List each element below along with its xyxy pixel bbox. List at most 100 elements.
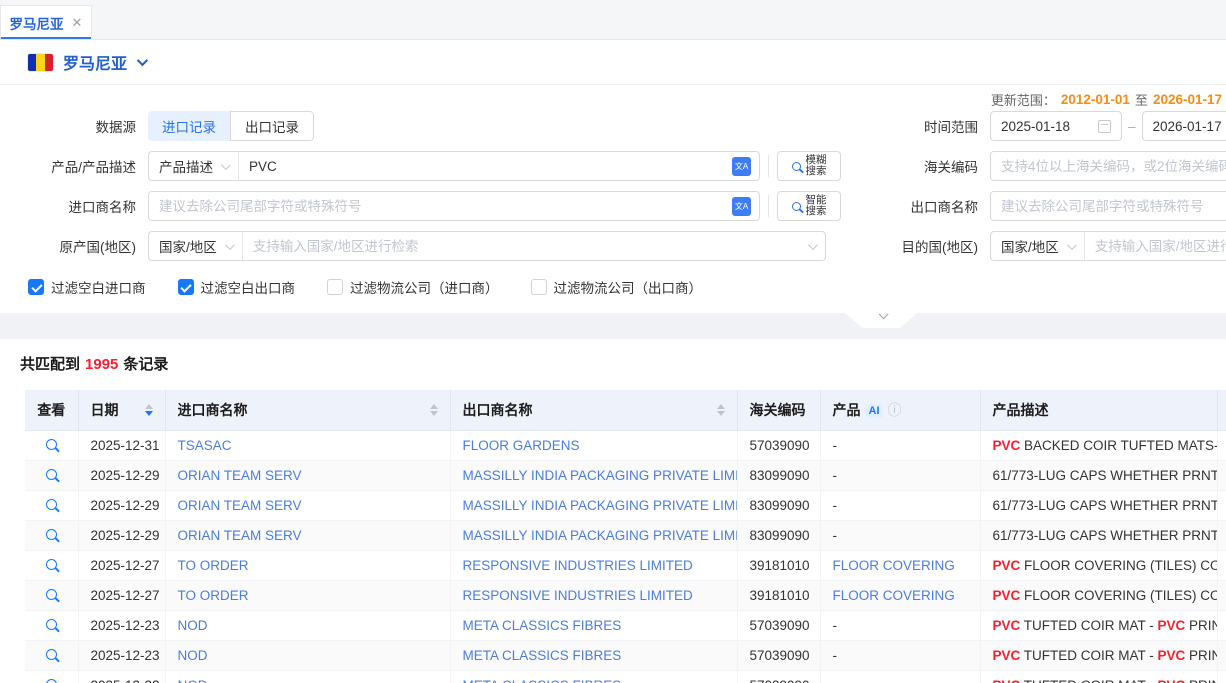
view-detail-icon[interactable] xyxy=(46,439,57,450)
ai-badge: AI xyxy=(866,404,883,418)
translate-icon[interactable]: 文A xyxy=(732,197,751,216)
view-cell xyxy=(25,670,78,683)
tab-title: 罗马尼亚 xyxy=(10,13,64,33)
stub-cell xyxy=(1217,610,1226,640)
col-date-label: 日期 xyxy=(91,400,119,420)
exporter-link[interactable]: MASSILLY INDIA PACKAGING PRIVATE LIMI... xyxy=(463,498,738,513)
checkbox-label: 过滤物流公司（进口商） xyxy=(350,277,499,297)
results-summary: 共匹配到1995条记录 xyxy=(0,353,1226,374)
importer-link[interactable]: ORIAN TEAM SERV xyxy=(178,498,302,513)
exporter-link[interactable]: META CLASSICS FIBRES xyxy=(463,678,622,683)
checkbox-filter-logistics-importer[interactable]: 过滤物流公司（进口商） xyxy=(327,277,499,297)
description-cell: 61/773-LUG CAPS WHETHER PRNTD... xyxy=(980,520,1217,550)
table-row: 2025-12-27TO ORDERRESPONSIVE INDUSTRIES … xyxy=(25,580,1226,610)
tab-romania[interactable]: 罗马尼亚 ✕ xyxy=(0,5,92,39)
description-cell: 61/773-LUG CAPS WHETHER PRNTD... xyxy=(980,460,1217,490)
product-input[interactable] xyxy=(239,152,732,180)
translate-icon[interactable]: 文A xyxy=(732,157,751,176)
fuzzy-search-button[interactable]: 模糊 搜索 xyxy=(777,151,841,181)
description-text: TUFTED COIR MAT - xyxy=(1020,618,1157,633)
col-importer-label: 进口商名称 xyxy=(178,400,248,420)
chevron-down-icon[interactable] xyxy=(137,55,148,66)
view-cell xyxy=(25,430,78,460)
exporter-link[interactable]: META CLASSICS FIBRES xyxy=(463,618,622,633)
checkbox-filter-blank-exporter[interactable]: 过滤空白出口商 xyxy=(178,277,296,297)
description-cell: PVC FLOOR COVERING (TILES) CONT... xyxy=(980,550,1217,580)
destination-country-select[interactable]: 国家/地区 xyxy=(991,232,1085,260)
exporter-cell: FLOOR GARDENS xyxy=(450,430,737,460)
view-detail-icon[interactable] xyxy=(46,499,57,510)
view-detail-icon[interactable] xyxy=(46,679,57,683)
destination-country-select-group[interactable]: 国家/地区 xyxy=(990,231,1226,261)
checkbox-icon[interactable] xyxy=(327,279,343,295)
importer-link[interactable]: ORIAN TEAM SERV xyxy=(178,528,302,543)
update-range-from: 2012-01-01 xyxy=(1061,92,1130,107)
sort-importer[interactable] xyxy=(430,404,438,416)
view-detail-icon[interactable] xyxy=(46,469,57,480)
checkbox-filter-blank-importer[interactable]: 过滤空白进口商 xyxy=(28,277,146,297)
importer-link[interactable]: NOD xyxy=(178,618,208,633)
stub-cell xyxy=(1217,580,1226,610)
view-detail-icon[interactable] xyxy=(46,589,57,600)
importer-link[interactable]: TO ORDER xyxy=(178,588,249,603)
origin-country-select[interactable]: 国家/地区 xyxy=(149,232,243,260)
col-exporter-label: 出口商名称 xyxy=(463,400,533,420)
product-type-select[interactable]: 产品描述 xyxy=(149,152,239,180)
close-icon[interactable]: ✕ xyxy=(72,15,83,31)
checkbox-filter-logistics-exporter[interactable]: 过滤物流公司（出口商） xyxy=(531,277,703,297)
view-detail-icon[interactable] xyxy=(46,649,57,660)
import-records-button[interactable]: 进口记录 xyxy=(148,111,230,141)
checkbox-icon[interactable] xyxy=(178,279,194,295)
collapse-panel-handle[interactable] xyxy=(845,313,917,328)
sort-asc-icon[interactable] xyxy=(430,404,438,409)
view-detail-icon[interactable] xyxy=(46,619,57,630)
sort-desc-icon[interactable] xyxy=(430,411,438,416)
exporter-link[interactable]: META CLASSICS FIBRES xyxy=(463,648,622,663)
product-link[interactable]: FLOOR COVERING xyxy=(833,558,955,573)
product-link[interactable]: FLOOR COVERING xyxy=(833,588,955,603)
info-icon[interactable]: ⓘ xyxy=(888,402,902,418)
importer-cell: TO ORDER xyxy=(165,580,450,610)
end-date-input[interactable]: 2026-01-17 xyxy=(1142,111,1226,141)
sort-asc-icon[interactable] xyxy=(145,404,153,409)
origin-country-select-group[interactable]: 国家/地区 xyxy=(148,231,826,261)
exporter-link[interactable]: MASSILLY INDIA PACKAGING PRIVATE LIMI... xyxy=(463,528,738,543)
country-name[interactable]: 罗马尼亚 xyxy=(63,50,127,74)
table-row: 2025-12-23NODMETA CLASSICS FIBRES5703909… xyxy=(25,640,1226,670)
sort-exporter[interactable] xyxy=(717,404,725,416)
smart-search-button[interactable]: 智能 搜索 xyxy=(777,191,841,221)
checkbox-icon[interactable] xyxy=(531,279,547,295)
importer-link[interactable]: NOD xyxy=(178,678,208,683)
view-detail-icon[interactable] xyxy=(46,559,57,570)
end-date-value: 2026-01-17 xyxy=(1153,119,1226,134)
hs-code-cell: 57039090 xyxy=(737,640,820,670)
hs-code-input[interactable] xyxy=(991,152,1226,180)
destination-country-input[interactable] xyxy=(1085,232,1226,260)
product-cell: - xyxy=(820,430,980,460)
keyword-highlight: PVC xyxy=(993,558,1021,573)
importer-input[interactable] xyxy=(149,192,732,220)
exporter-input[interactable] xyxy=(991,192,1226,220)
sort-asc-icon[interactable] xyxy=(717,404,725,409)
exporter-link[interactable]: RESPONSIVE INDUSTRIES LIMITED xyxy=(463,558,693,573)
importer-link[interactable]: TO ORDER xyxy=(178,558,249,573)
exporter-link[interactable]: RESPONSIVE INDUSTRIES LIMITED xyxy=(463,588,693,603)
data-source-switch: 进口记录 出口记录 xyxy=(148,111,314,141)
checkbox-icon[interactable] xyxy=(28,279,44,295)
date-cell: 2025-12-27 xyxy=(78,550,165,580)
chevron-down-icon xyxy=(808,240,818,250)
importer-link[interactable]: NOD xyxy=(178,648,208,663)
sort-desc-icon[interactable] xyxy=(717,411,725,416)
start-date-input[interactable]: 2025-01-18 xyxy=(990,111,1122,141)
exporter-link[interactable]: FLOOR GARDENS xyxy=(463,438,580,453)
importer-link[interactable]: TSASAC xyxy=(178,438,232,453)
export-records-button[interactable]: 出口记录 xyxy=(230,111,314,141)
sort-date[interactable] xyxy=(145,404,153,416)
hs-code-cell: 39181010 xyxy=(737,550,820,580)
exporter-link[interactable]: MASSILLY INDIA PACKAGING PRIVATE LIMI... xyxy=(463,468,738,483)
origin-country-input[interactable] xyxy=(243,232,804,260)
filter-checkbox-row: 过滤空白进口商 过滤空白出口商 过滤物流公司（进口商） 过滤物流公司（出口商） xyxy=(0,277,1226,297)
sort-desc-icon[interactable] xyxy=(145,411,153,416)
view-detail-icon[interactable] xyxy=(46,529,57,540)
importer-link[interactable]: ORIAN TEAM SERV xyxy=(178,468,302,483)
